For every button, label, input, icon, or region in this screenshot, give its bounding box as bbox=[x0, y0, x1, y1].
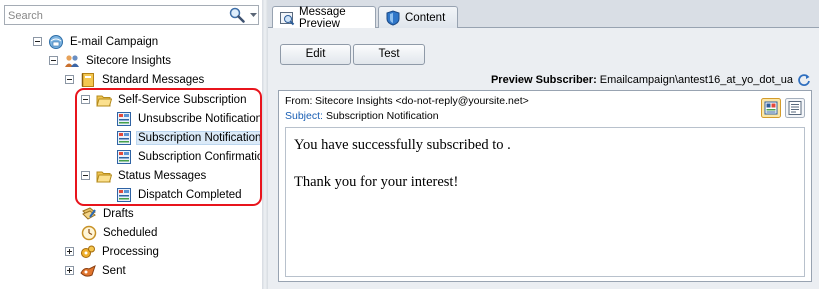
preview-subscriber-label: Preview Subscriber: bbox=[490, 74, 597, 86]
message-item-icon bbox=[117, 187, 131, 202]
tab-label: Message Preview bbox=[299, 6, 346, 30]
subject-value: Subscription Notification bbox=[325, 110, 439, 122]
drafts-icon bbox=[82, 206, 96, 220]
tree-node-email-campaign[interactable]: E-mail Campaign bbox=[33, 32, 160, 51]
tree-label-selected: Subscription Notification bbox=[136, 130, 264, 145]
tree-label: Subscription Confirmation bbox=[138, 150, 270, 163]
message-item-icon bbox=[117, 149, 131, 164]
gears-icon bbox=[81, 245, 95, 258]
body-line: You have successfully subscribed to . bbox=[294, 137, 511, 153]
tree-label: Standard Messages bbox=[102, 73, 205, 86]
notebook-icon bbox=[81, 72, 94, 87]
tree-node-unsubscribe-notification[interactable]: Unsubscribe Notification bbox=[116, 109, 264, 128]
tree-node-dispatch-completed[interactable]: Dispatch Completed bbox=[116, 185, 244, 204]
edit-button[interactable]: Edit bbox=[280, 44, 351, 65]
message-item-icon bbox=[117, 130, 131, 145]
tab-message-preview[interactable]: Message Preview bbox=[272, 6, 376, 30]
body-line: Thank you for your interest! bbox=[294, 174, 459, 190]
search-box bbox=[4, 5, 259, 25]
collapse-toggle[interactable] bbox=[65, 75, 74, 84]
people-icon bbox=[65, 54, 79, 67]
expand-toggle[interactable] bbox=[65, 266, 74, 275]
folder-open-icon bbox=[96, 171, 112, 182]
message-header: From: Sitecore Insights <do-not-reply@yo… bbox=[279, 91, 811, 125]
message-preview-icon bbox=[280, 12, 295, 26]
message-body: You have successfully subscribed to . Th… bbox=[285, 127, 805, 277]
tree-label: Self-Service Subscription bbox=[118, 93, 247, 106]
search-input[interactable] bbox=[8, 8, 218, 23]
from-value: Sitecore Insights <do-not-reply@yoursite… bbox=[315, 95, 529, 107]
tree-label: Scheduled bbox=[103, 226, 158, 239]
preview-subscriber-value: Emailcampaign\antest16_at_yo_dot_ua bbox=[599, 74, 793, 86]
from-line: From: Sitecore Insights <do-not-reply@yo… bbox=[285, 95, 529, 107]
folder-open-icon bbox=[96, 95, 112, 106]
email-campaign-icon bbox=[49, 34, 63, 49]
editor-panel: Message Preview Content Edit Test Previe… bbox=[268, 0, 819, 289]
chevron-down-icon[interactable] bbox=[249, 10, 258, 20]
from-label: From: bbox=[285, 95, 313, 107]
expand-toggle[interactable] bbox=[65, 247, 74, 256]
collapse-toggle[interactable] bbox=[81, 95, 90, 104]
tree-label: Dispatch Completed bbox=[138, 188, 242, 201]
tab-label: Content bbox=[405, 11, 446, 24]
tree-label: Processing bbox=[102, 245, 159, 258]
preview-subscriber: Preview Subscriber: Emailcampaign\antest… bbox=[491, 72, 811, 88]
search-icon[interactable] bbox=[228, 7, 246, 23]
subject-label: Subject: bbox=[285, 110, 323, 122]
message-preview-frame: From: Sitecore Insights <do-not-reply@yo… bbox=[278, 90, 812, 282]
tree-node-scheduled[interactable]: Scheduled bbox=[81, 223, 159, 242]
html-view-icon[interactable] bbox=[761, 98, 781, 118]
tree-node-subscription-notification[interactable]: Subscription Notification bbox=[116, 128, 264, 147]
change-subscriber-icon[interactable] bbox=[797, 73, 811, 87]
tree-node-processing[interactable]: Processing bbox=[65, 242, 161, 261]
sent-icon bbox=[80, 264, 96, 277]
tree-node-drafts[interactable]: Drafts bbox=[81, 204, 136, 223]
message-item-icon bbox=[117, 111, 131, 126]
preview-toolbar: Edit Test Preview Subscriber: Emailcampa… bbox=[268, 28, 819, 88]
collapse-toggle[interactable] bbox=[49, 56, 58, 65]
tab-content[interactable]: Content bbox=[378, 6, 458, 28]
content-icon bbox=[386, 9, 400, 26]
tree-label: Sent bbox=[102, 264, 126, 277]
subject-line: Subject: Subscription Notification bbox=[285, 110, 439, 122]
tree-node-sitecore-insights[interactable]: Sitecore Insights bbox=[49, 51, 173, 70]
test-button[interactable]: Test bbox=[353, 44, 425, 65]
content-tree-panel: E-mail Campaign Sitecore Insights Standa… bbox=[0, 0, 270, 289]
tree-label: Status Messages bbox=[118, 169, 207, 182]
tree-node-subscription-confirmation[interactable]: Subscription Confirmation bbox=[116, 147, 272, 166]
tree-node-status-messages[interactable]: Status Messages bbox=[81, 166, 208, 185]
collapse-toggle[interactable] bbox=[33, 37, 42, 46]
clock-icon bbox=[81, 225, 97, 240]
tree-label: E-mail Campaign bbox=[70, 35, 159, 48]
text-view-icon[interactable] bbox=[785, 98, 805, 118]
tree-node-standard-messages[interactable]: Standard Messages bbox=[65, 70, 206, 89]
tab-strip: Message Preview Content bbox=[268, 0, 819, 30]
tree-label: Unsubscribe Notification bbox=[138, 112, 263, 125]
tree-node-sent[interactable]: Sent bbox=[65, 261, 128, 280]
tree-label: Drafts bbox=[103, 207, 134, 220]
collapse-toggle[interactable] bbox=[81, 171, 90, 180]
tree-node-self-service-subscription[interactable]: Self-Service Subscription bbox=[81, 90, 248, 109]
tree-label: Sitecore Insights bbox=[86, 54, 172, 67]
